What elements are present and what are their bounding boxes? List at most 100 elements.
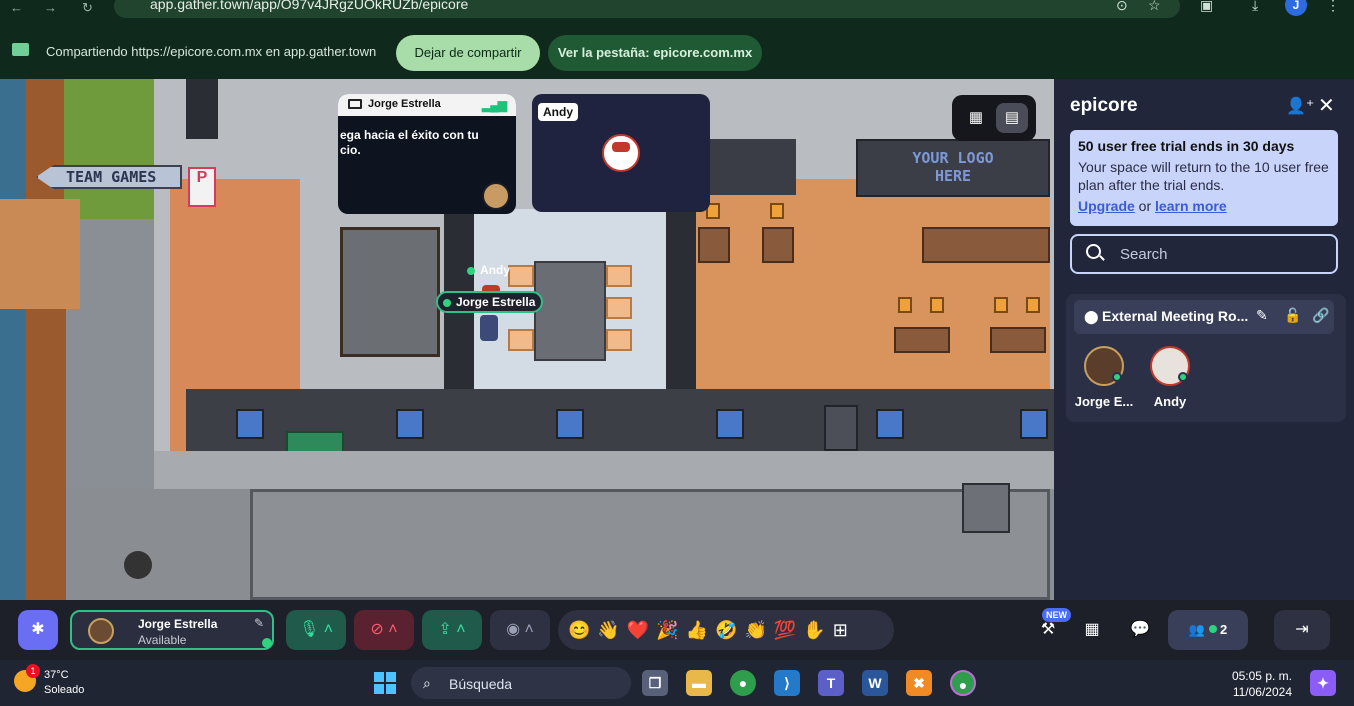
clock-time: 05:05 p. m.: [1231, 669, 1292, 683]
desk: [762, 227, 794, 263]
avatar: [88, 618, 114, 644]
extensions-icon[interactable]: ▣: [1200, 0, 1213, 14]
video-tile-andy[interactable]: Andy: [532, 94, 710, 212]
camera-off-icon: ⊘: [370, 621, 384, 638]
online-status: [1112, 372, 1122, 382]
location-pin-icon: ⬤: [1084, 309, 1099, 324]
vscode-icon[interactable]: ⟩: [774, 670, 800, 696]
download-icon[interactable]: ⤓: [1252, 0, 1258, 14]
participants-panel: epicore 👤⁺ ✕ 50 user free trial ends in …: [1054, 79, 1354, 600]
gather-menu-icon[interactable]: ✱: [18, 610, 58, 650]
share-message: Compartiendo https://epicore.com.mx en a…: [46, 44, 377, 59]
shared-screen-text: ega hacia el éxito con tu cio.: [340, 128, 479, 157]
reception-desk: [922, 227, 1050, 263]
round-table: [124, 551, 152, 579]
microphone-toggle-button[interactable]: 🎙 ˄: [286, 610, 346, 650]
chair: [898, 297, 912, 313]
building-window: [236, 409, 264, 439]
location-icon[interactable]: ⊙: [1116, 0, 1128, 14]
game-map[interactable]: TEAM GAMES YOUR LOGO HERE P Andy Jorge E…: [0, 79, 1054, 600]
close-icon[interactable]: ✕: [1318, 93, 1335, 118]
task-view-icon[interactable]: ❐: [642, 670, 668, 696]
temperature: 37°C: [44, 669, 69, 681]
user-name: Jorge Estrella: [138, 617, 218, 631]
record-button[interactable]: ◉ ˄: [490, 610, 550, 650]
weather-widget[interactable]: 37°C Soleado: [44, 668, 84, 698]
clock-date: 11/06/2024: [1232, 685, 1292, 699]
screen-share-tile[interactable]: Jorge Estrella ▂▄▆ ega hacia el éxito co…: [338, 94, 516, 214]
reactions-bar[interactable]: 😊👋❤️🎉👍🤣👏💯✋⊞: [558, 610, 894, 650]
back-icon[interactable]: ←: [10, 0, 23, 15]
upgrade-link[interactable]: Upgrade: [1078, 198, 1135, 214]
learn-more-link[interactable]: learn more: [1155, 198, 1227, 214]
url-text[interactable]: app.gather.town/app/O97v4JRgzUOkRUZb/epi…: [150, 0, 468, 12]
map-view-icon[interactable]: ▤: [996, 103, 1028, 133]
screen-share-button[interactable]: ⇪ ˄: [422, 610, 482, 650]
word-icon[interactable]: W: [862, 670, 888, 696]
participant-thumbnail: [482, 182, 510, 210]
start-menu-icon[interactable]: [374, 672, 396, 694]
screen-share-icon: ⇪: [438, 621, 452, 638]
menu-icon[interactable]: ⋮: [1326, 0, 1340, 14]
copilot-icon[interactable]: ✦: [1310, 670, 1336, 696]
cliff-edge: [26, 79, 66, 600]
building-window: [1020, 409, 1048, 439]
chair: [606, 265, 632, 287]
share-screen-icon: [12, 43, 29, 56]
browser-address-bar: ← → ↻ app.gather.town/app/O97v4JRgzUOkRU…: [0, 0, 1354, 22]
leave-icon[interactable]: ⇥: [1274, 610, 1330, 650]
camera-toggle-button[interactable]: ⊘ ˄: [354, 610, 414, 650]
avatar-jorge[interactable]: [480, 315, 498, 341]
raise-hand-icon[interactable]: ✋: [803, 620, 832, 640]
team-games-sign: TEAM GAMES: [36, 165, 182, 189]
elevator[interactable]: [340, 227, 440, 357]
search-input[interactable]: Search: [1070, 234, 1338, 274]
weather-badge: 1: [26, 664, 40, 678]
edit-icon[interactable]: ✎: [1256, 307, 1268, 324]
room-name: External Meeting Ro...: [1102, 308, 1249, 324]
chat-icon[interactable]: 💬: [1120, 610, 1160, 650]
reload-icon[interactable]: ↻: [82, 0, 93, 16]
online-status: [262, 638, 272, 648]
user-status: Available: [138, 633, 187, 647]
chrome-profile-icon[interactable]: ●: [950, 670, 976, 696]
profile-avatar[interactable]: J: [1285, 0, 1307, 16]
avatar: [1084, 346, 1124, 386]
new-badge: NEW: [1042, 608, 1071, 622]
desk: [990, 327, 1046, 353]
file-explorer-icon[interactable]: ▬: [686, 670, 712, 696]
parking-sign: P: [188, 167, 216, 207]
room-header[interactable]: ⬤ External Meeting Ro... ✎ 🔓 🔗: [1074, 300, 1334, 334]
taskbar-search[interactable]: ⌕ Búsqueda: [411, 667, 631, 699]
building-window: [876, 409, 904, 439]
star-icon[interactable]: ☆: [1148, 0, 1161, 14]
invite-user-icon[interactable]: 👤⁺: [1286, 96, 1314, 116]
calendar-icon[interactable]: ▦: [1074, 610, 1110, 650]
view-toggle: ▦ ▤: [952, 95, 1036, 141]
desk: [894, 327, 950, 353]
user-status-card[interactable]: Jorge Estrella Available ✎: [70, 610, 274, 650]
wooden-deck: [0, 199, 80, 309]
member-andy[interactable]: Andy: [1140, 346, 1200, 409]
wall: [186, 79, 218, 139]
nametag-jorge: Jorge Estrella: [436, 291, 544, 313]
system-clock[interactable]: 05:05 p. m. 11/06/2024: [1218, 668, 1292, 700]
more-reactions-icon[interactable]: ⊞: [833, 620, 855, 640]
xampp-icon[interactable]: ✖: [906, 670, 932, 696]
edit-icon[interactable]: ✎: [254, 616, 264, 630]
unlock-icon[interactable]: 🔓: [1284, 307, 1301, 324]
link-icon[interactable]: 🔗: [1312, 307, 1329, 324]
wall: [444, 189, 474, 389]
stop-sharing-button[interactable]: Dejar de compartir: [396, 35, 540, 71]
teams-icon[interactable]: T: [818, 670, 844, 696]
reaction-emojis[interactable]: 😊👋❤️🎉👍🤣👏💯: [568, 620, 803, 640]
forward-icon[interactable]: →: [44, 0, 57, 15]
participants-button[interactable]: 👥 2: [1168, 610, 1248, 650]
trial-body: Your space will return to the 10 user fr…: [1078, 159, 1329, 193]
grid-view-icon[interactable]: ▦: [960, 103, 992, 133]
building-door[interactable]: [824, 405, 858, 451]
member-jorge[interactable]: Jorge E...: [1074, 346, 1134, 409]
chair: [770, 203, 784, 219]
goto-tab-button[interactable]: Ver la pestaña: epicore.com.mx: [548, 35, 762, 71]
chrome-icon[interactable]: ●: [730, 670, 756, 696]
